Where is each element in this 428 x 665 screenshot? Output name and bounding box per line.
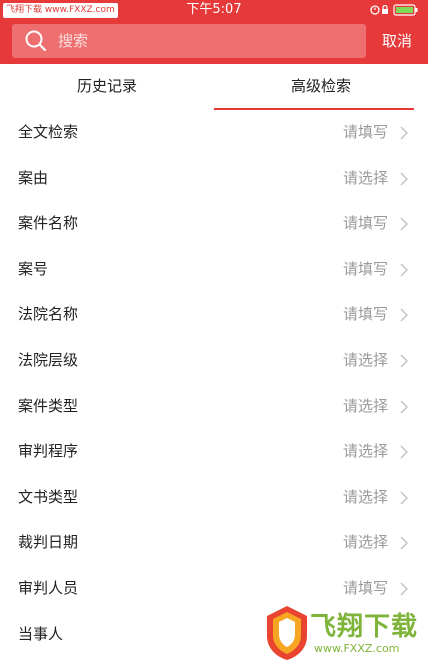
alarm-icon — [370, 5, 380, 15]
field-label: 案件类型 — [18, 396, 79, 415]
tab-bar: 历史记录 高级检索 — [0, 64, 428, 110]
cancel-button[interactable]: 取消 — [382, 20, 412, 64]
field-label: 审判程序 — [18, 442, 79, 461]
form-row[interactable]: 法院层级 请选择 — [0, 338, 428, 384]
field-placeholder: 请选择 — [342, 350, 388, 369]
field-placeholder: 请填写 — [342, 305, 388, 324]
chevron-right-icon — [400, 217, 408, 231]
form-row[interactable]: 文书类型 请选择 — [0, 475, 428, 521]
advanced-search-screen: 飞翔下载 www.FXXZ.com 下午5:07 搜索 取消 历史记录 高级检索… — [0, 0, 428, 665]
watermark-emblem-icon — [267, 606, 307, 660]
watermark-logo: 飞翔下载 www.FXXZ.com — [262, 600, 428, 665]
chevron-right-icon — [400, 491, 408, 505]
form-row[interactable]: 审判程序 请选择 — [0, 429, 428, 475]
chevron-right-icon — [400, 582, 408, 596]
chevron-right-icon — [400, 354, 408, 368]
status-time: 下午5:07 — [186, 2, 242, 17]
field-placeholder: 请填写 — [342, 214, 388, 233]
field-label: 案件名称 — [18, 214, 79, 233]
search-field-list: 全文检索 请填写 案由 请选择 案件名称 请填写 案号 请填写 法院名称 请填写 法院层级 请选择 案件… — [0, 110, 428, 657]
form-row[interactable]: 案号 请填写 — [0, 247, 428, 293]
status-bar: 飞翔下载 www.FXXZ.com 下午5:07 — [0, 0, 428, 20]
field-label: 案由 — [18, 168, 49, 187]
chevron-right-icon — [400, 536, 408, 550]
tab-advanced-search[interactable]: 高级检索 — [214, 64, 428, 110]
chevron-right-icon — [400, 400, 408, 414]
search-input[interactable]: 搜索 — [12, 24, 366, 58]
field-label: 法院名称 — [18, 305, 79, 324]
status-icons — [370, 2, 420, 18]
field-placeholder: 请选择 — [342, 533, 388, 552]
field-label: 审判人员 — [18, 578, 79, 597]
form-row[interactable]: 法院名称 请填写 — [0, 292, 428, 338]
field-placeholder: 请选择 — [342, 487, 388, 506]
watermark-brand: 飞翔下载 — [310, 612, 419, 642]
form-row[interactable]: 全文检索 请填写 — [0, 110, 428, 156]
field-placeholder: 请选择 — [342, 396, 388, 415]
form-row[interactable]: 案由 请选择 — [0, 156, 428, 202]
field-label: 全文检索 — [18, 123, 79, 141]
chevron-right-icon — [400, 445, 408, 459]
search-placeholder: 搜索 — [58, 32, 89, 50]
chevron-right-icon — [400, 126, 408, 140]
field-placeholder: 请选择 — [342, 442, 388, 461]
field-label: 裁判日期 — [18, 533, 79, 552]
form-row[interactable]: 裁判日期 请选择 — [0, 520, 428, 566]
search-header: 搜索 取消 — [0, 20, 428, 64]
field-placeholder: 请选择 — [342, 168, 388, 187]
tab-history[interactable]: 历史记录 — [0, 64, 214, 110]
field-label: 当事人 — [18, 624, 64, 643]
watermark-url: www.FXXZ.com — [314, 642, 400, 655]
form-row[interactable]: 案件类型 请选择 — [0, 384, 428, 430]
chevron-right-icon — [400, 263, 408, 277]
field-placeholder: 请填写 — [342, 123, 388, 141]
lock-icon — [382, 4, 388, 14]
form-row[interactable]: 案件名称 请填写 — [0, 201, 428, 247]
battery-icon — [393, 4, 418, 16]
chevron-right-icon — [400, 308, 408, 322]
chevron-right-icon — [400, 172, 408, 186]
search-icon — [25, 30, 47, 52]
field-placeholder: 请填写 — [342, 259, 388, 278]
field-label: 法院层级 — [18, 350, 79, 369]
field-label: 文书类型 — [18, 487, 79, 506]
field-label: 案号 — [18, 259, 49, 278]
